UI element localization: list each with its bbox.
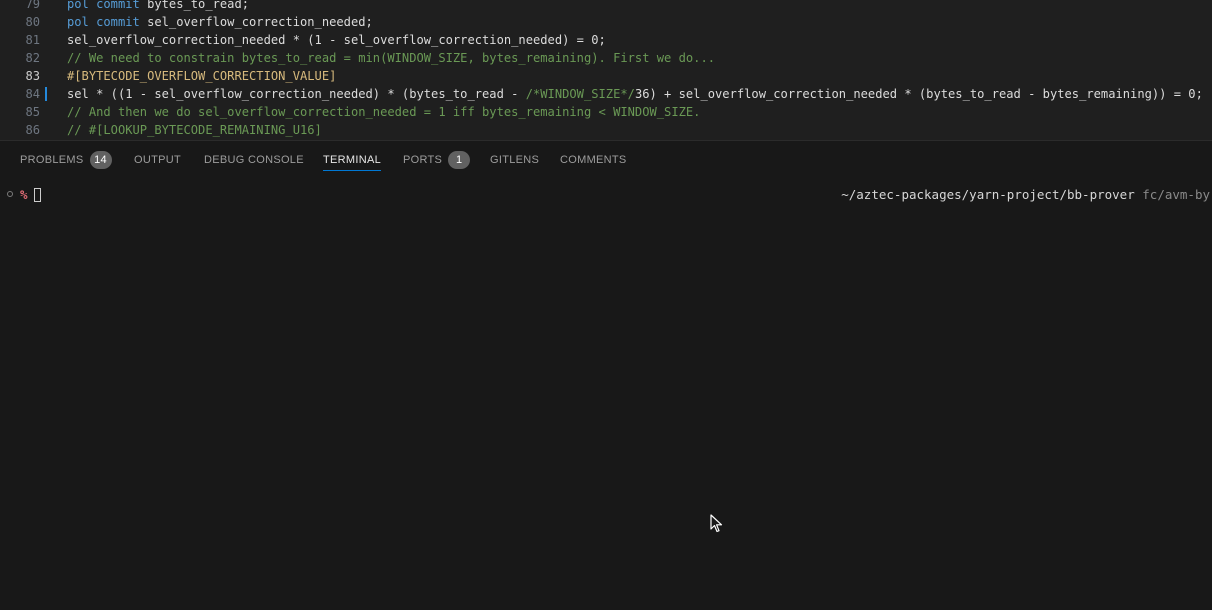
terminal-prompt-line: % ~/aztec-packages/yarn-project/bb-prove… xyxy=(0,186,1212,204)
code-text: pol commit sel_overflow_correction_neede… xyxy=(67,15,373,29)
code-editor[interactable]: 79 pol commit bytes_to_read; 80 pol commit … xyxy=(0,0,1212,140)
code-text: // We need to constrain bytes_to_read = … xyxy=(67,51,716,65)
tab-label: COMMENTS xyxy=(560,154,627,166)
code-text: #[BYTECODE_OVERFLOW_CORRECTION_VALUE] xyxy=(67,69,337,83)
line-number: 80 xyxy=(25,15,40,29)
code-line[interactable]: 82 // We need to constrain bytes_to_read … xyxy=(0,49,1212,67)
terminal-cursor xyxy=(34,188,41,202)
code-line[interactable]: 80 pol commit sel_overflow_correction_nee… xyxy=(0,13,1212,31)
code-text: pol commit bytes_to_read; xyxy=(67,0,250,11)
tab-ports[interactable]: PORTS 1 xyxy=(403,141,471,177)
code-line[interactable]: 81 sel_overflow_correction_needed * (1 - … xyxy=(0,31,1212,49)
panel-tab-bar: PROBLEMS 14 OUTPUT DEBUG CONSOLE TERMINAL… xyxy=(0,140,1212,179)
tab-terminal[interactable]: TERMINAL xyxy=(323,141,382,177)
tab-label: DEBUG CONSOLE xyxy=(204,154,304,166)
tab-comments[interactable]: COMMENTS xyxy=(560,141,627,177)
tab-label: GITLENS xyxy=(490,154,540,166)
problems-count-badge: 14 xyxy=(89,151,112,170)
cwd-path: ~/aztec-packages/yarn-project/bb-prover xyxy=(841,187,1135,202)
line-number: 85 xyxy=(25,105,40,119)
tab-label: OUTPUT xyxy=(134,154,182,166)
line-number: 81 xyxy=(25,33,40,47)
tab-label: TERMINAL xyxy=(323,154,382,166)
code-line[interactable]: 84 sel * ((1 - sel_overflow_correction_ne… xyxy=(0,85,1212,103)
prompt-symbol: % xyxy=(20,187,28,202)
tab-label: PROBLEMS xyxy=(20,154,84,166)
tab-label: PORTS xyxy=(403,154,443,166)
code-line[interactable]: 83 #[BYTECODE_OVERFLOW_CORRECTION_VALUE] xyxy=(0,67,1212,85)
code-text: // #[LOOKUP_BYTECODE_REMAINING_U16] xyxy=(67,123,322,137)
line-number: 82 xyxy=(25,51,40,65)
tab-gitlens[interactable]: GITLENS xyxy=(490,141,539,177)
code-line[interactable]: 79 pol commit bytes_to_read; xyxy=(0,0,1212,13)
git-branch: fc/avm-by xyxy=(1142,187,1210,202)
tab-output[interactable]: OUTPUT xyxy=(134,141,181,177)
mouse-pointer-icon xyxy=(710,514,723,533)
active-tab-indicator xyxy=(323,170,382,171)
code-text: sel * ((1 - sel_overflow_correction_need… xyxy=(67,87,1203,101)
modified-line-indicator xyxy=(45,87,47,101)
line-number: 86 xyxy=(25,123,40,137)
tab-debug-console[interactable]: DEBUG CONSOLE xyxy=(204,141,304,177)
line-number: 84 xyxy=(25,87,40,101)
tab-problems[interactable]: PROBLEMS 14 xyxy=(20,141,112,177)
code-text: sel_overflow_correction_needed * (1 - se… xyxy=(67,33,606,47)
code-text: // And then we do sel_overflow_correctio… xyxy=(67,105,701,119)
ports-count-badge: 1 xyxy=(448,151,471,170)
line-number: 79 xyxy=(25,0,40,11)
terminal-panel[interactable]: % ~/aztec-packages/yarn-project/bb-prove… xyxy=(0,178,1212,610)
code-line[interactable]: 86 // #[LOOKUP_BYTECODE_REMAINING_U16] xyxy=(0,121,1212,139)
circle-status-icon xyxy=(7,191,13,197)
line-number: 83 xyxy=(25,69,40,83)
code-line[interactable]: 85 // And then we do sel_overflow_correct… xyxy=(0,103,1212,121)
terminal-right-prompt: ~/aztec-packages/yarn-project/bb-prover … xyxy=(841,186,1210,204)
